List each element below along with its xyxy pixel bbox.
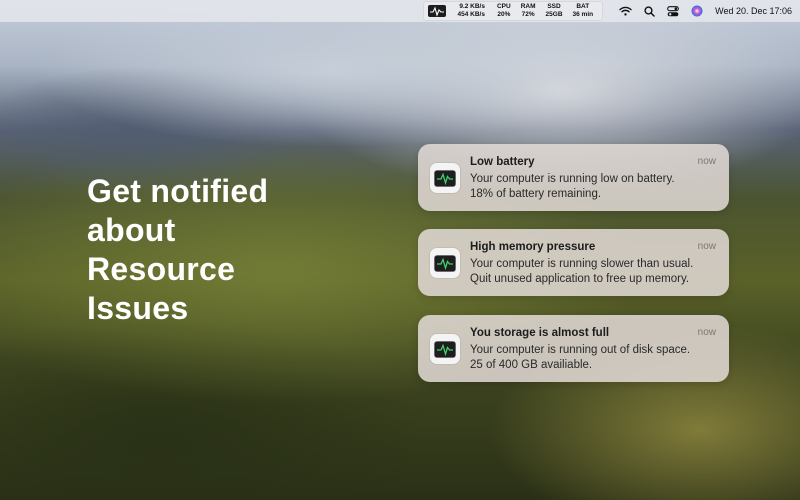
notification-body: Your computer is running out of disk spa…	[470, 343, 715, 373]
cpu-value: 20%	[497, 11, 511, 18]
notification-body-line: Your computer is running low on battery.	[470, 173, 675, 185]
notification-title: You storage is almost full	[470, 327, 610, 339]
ssd-label: SSD	[547, 3, 561, 10]
notification-body: Your computer is running slower than usu…	[470, 257, 715, 287]
network-down-value: 9.2 KB/s	[459, 3, 485, 10]
ram-value: 72%	[521, 11, 535, 18]
cpu-label: CPU	[496, 3, 511, 10]
notification-memory-pressure[interactable]: High memory pressure now Your computer i…	[418, 229, 729, 296]
notification-storage-full[interactable]: You storage is almost full now Your comp…	[418, 315, 729, 382]
notification-body-line: 25 of 400 GB availiable.	[470, 359, 593, 371]
ssd-stat: SSD 25GB	[546, 3, 563, 19]
notification-time: now	[697, 156, 716, 167]
activity-monitor-icon	[430, 163, 460, 193]
headline-line: Get notified	[87, 173, 269, 209]
network-up-value: 454 KB/s	[457, 11, 485, 18]
cpu-stat: CPU 20%	[497, 3, 511, 19]
notification-time: now	[697, 327, 716, 338]
headline-line: about	[87, 212, 176, 248]
menubar-clock[interactable]: Wed 20. Dec 17:06	[715, 6, 792, 16]
activity-monitor-icon	[430, 334, 460, 364]
activity-monitor-icon	[427, 5, 446, 17]
notification-body-line: 18% of battery remaining.	[470, 188, 602, 200]
notification-time: now	[697, 241, 716, 252]
promo-headline: Get notified about Resource Issues	[87, 172, 347, 328]
notification-body-line: Your computer is running slower than usu…	[470, 258, 694, 270]
battery-label: BAT	[576, 3, 590, 10]
ssd-value: 25GB	[545, 11, 563, 18]
notification-body: Your computer is running low on battery.…	[470, 172, 715, 202]
control-center-icon[interactable]	[666, 4, 680, 18]
activity-monitor-icon	[430, 248, 460, 278]
wifi-icon[interactable]	[618, 4, 632, 18]
menu-bar: 9.2 KB/s 454 KB/s CPU 20% RAM 72% SSD 25…	[0, 0, 800, 22]
notification-title: Low battery	[470, 156, 535, 168]
notification-title: High memory pressure	[470, 241, 596, 253]
battery-stat: BAT 36 min	[573, 3, 594, 19]
notification-low-battery[interactable]: Low battery now Your computer is running…	[418, 144, 729, 211]
network-stat: 9.2 KB/s 454 KB/s	[458, 3, 485, 19]
notification-body-line: Your computer is running out of disk spa…	[470, 344, 691, 356]
battery-value: 36 min	[572, 11, 594, 18]
system-stats-widget[interactable]: 9.2 KB/s 454 KB/s CPU 20% RAM 72% SSD 25…	[422, 1, 604, 21]
headline-line: Resource	[87, 251, 236, 287]
siri-icon[interactable]	[690, 4, 704, 18]
headline-line: Issues	[87, 290, 189, 326]
ram-label: RAM	[520, 3, 536, 10]
search-icon[interactable]	[642, 4, 656, 18]
ram-stat: RAM 72%	[521, 3, 536, 19]
notification-body-line: Quit unused application to free up memor…	[470, 273, 690, 285]
